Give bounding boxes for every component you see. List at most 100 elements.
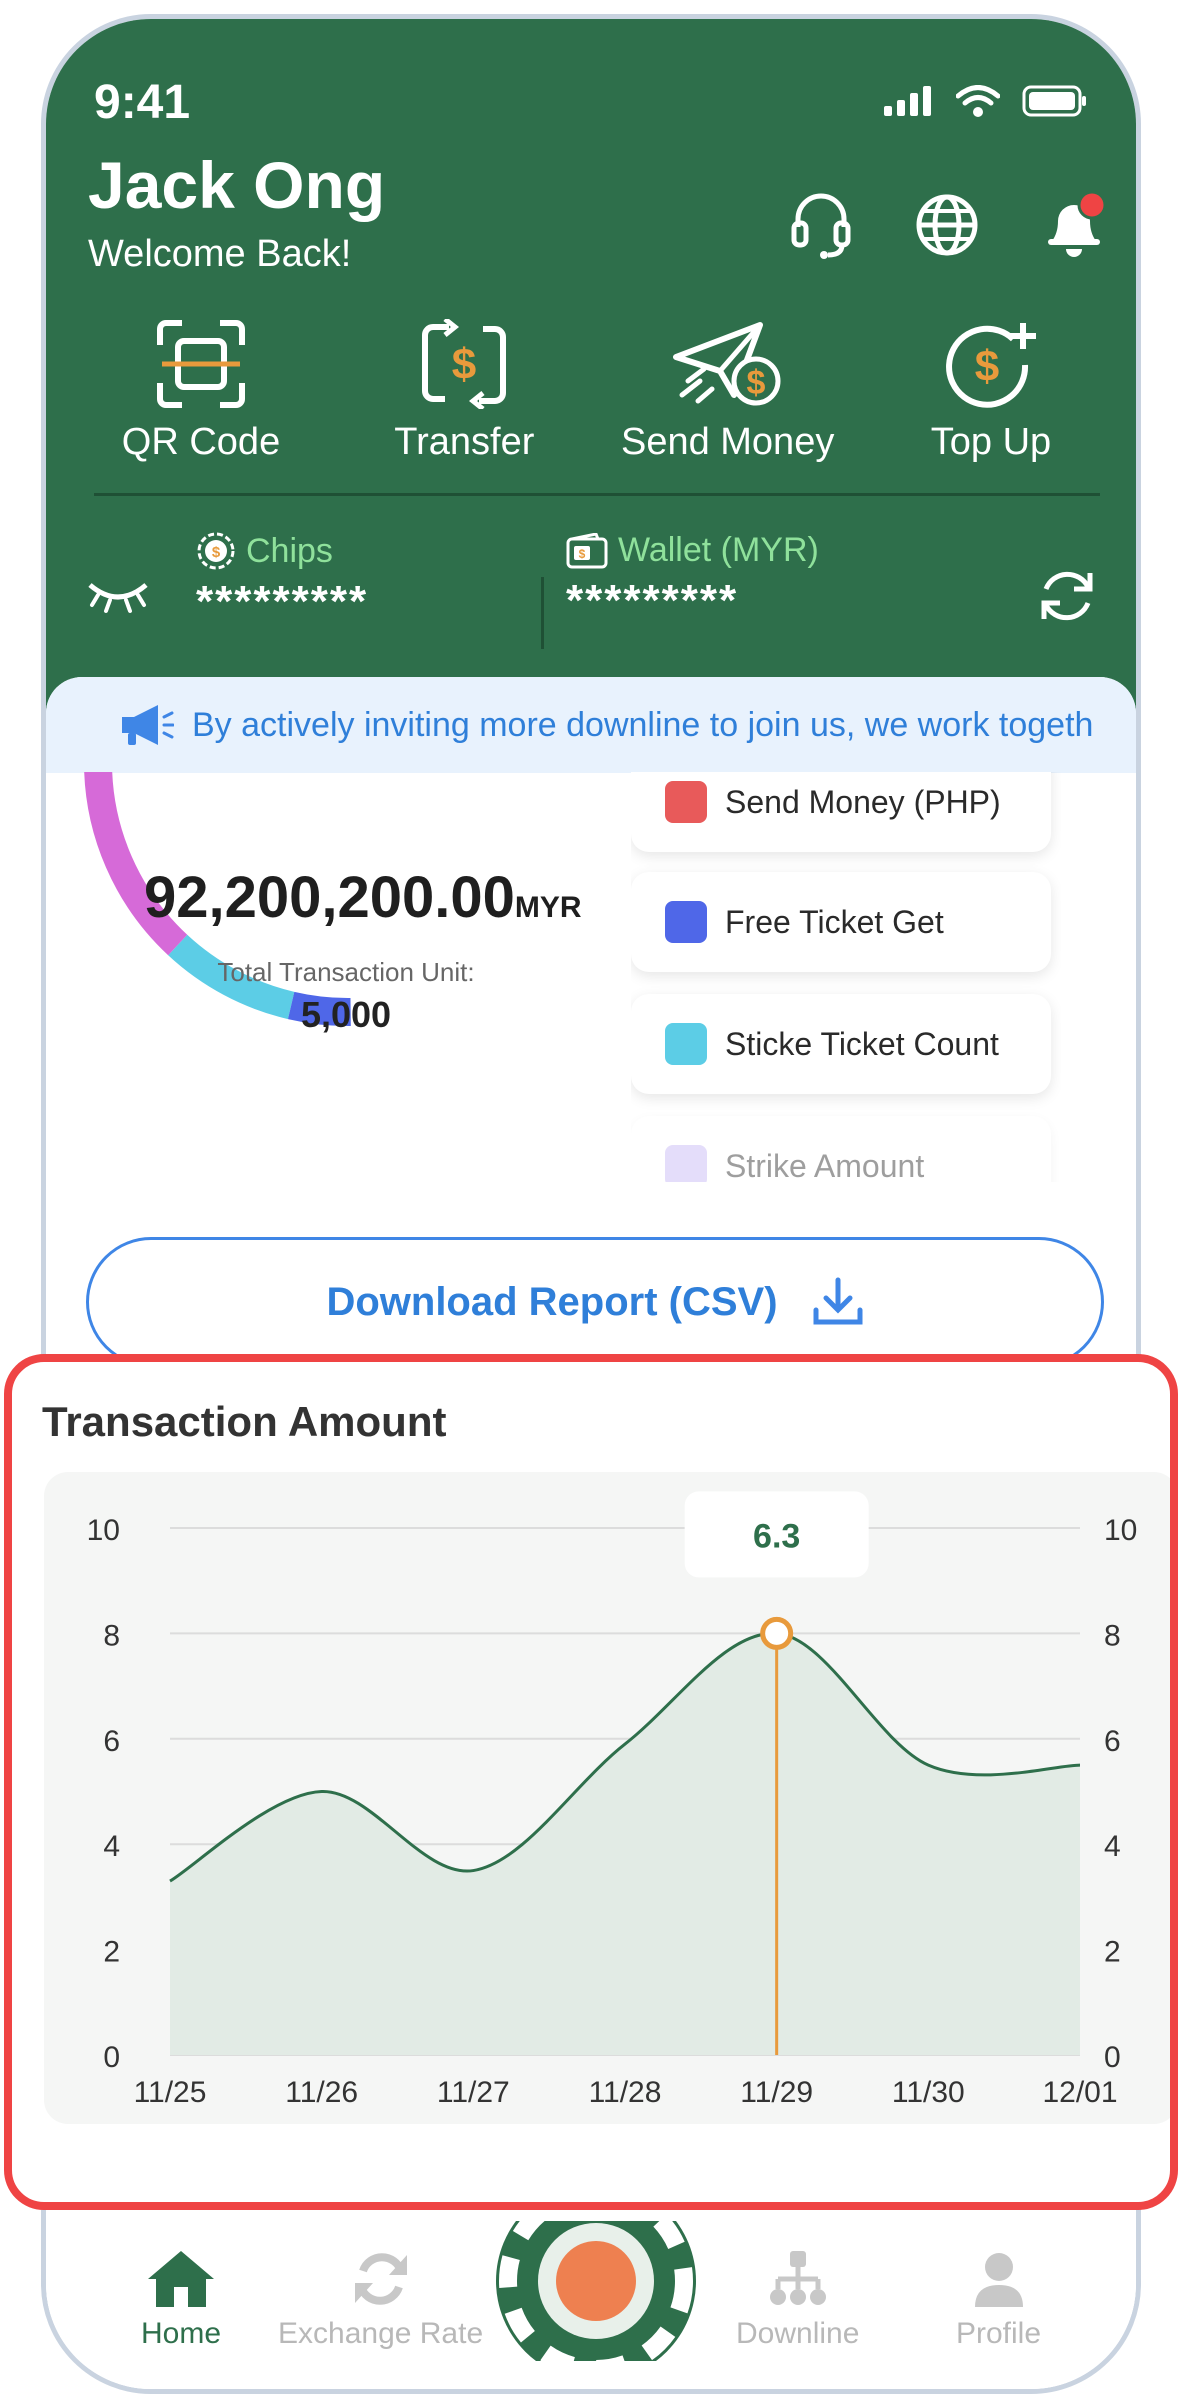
balance-row: $ Chips ********* $ Wallet (MYR) *******…	[46, 519, 1136, 659]
home-icon	[148, 2251, 215, 2307]
tab-exchange-rate[interactable]: Exchange Rate	[278, 2249, 483, 2351]
y-tick-label-right: 6	[1104, 1725, 1121, 1758]
wallet-icon: $	[566, 532, 608, 568]
legend-swatch	[665, 1023, 707, 1065]
tab-bar: Home Exchange Rate Downline Profile	[46, 2221, 1136, 2389]
unit-value: 5,000	[300, 994, 392, 1035]
x-tick-label: 11/26	[285, 2076, 358, 2109]
transfer-action[interactable]: $ Transfer	[339, 319, 589, 464]
y-tick-label-left: 4	[103, 1830, 120, 1863]
y-tick-label-right: 4	[1104, 1830, 1121, 1863]
tab-label: Exchange Rate	[278, 2317, 484, 2350]
battery-icon	[1022, 85, 1086, 117]
welcome-text: Welcome Back!	[88, 233, 352, 275]
legend-label: Send Money (PHP)	[725, 783, 1001, 820]
amount-value: 92,200,200.00	[144, 865, 515, 930]
x-tick-label: 11/27	[437, 2076, 510, 2109]
y-tick-label-right: 0	[1104, 2041, 1121, 2074]
download-icon	[813, 1277, 863, 1325]
tab-label: Profile	[956, 2317, 1042, 2350]
tab-profile[interactable]: Profile	[956, 2249, 1041, 2351]
total-amount: 92,200,200.00MYR	[144, 864, 582, 931]
tooltip-value: 6.3	[753, 1517, 800, 1555]
wallet-value: *********	[566, 576, 739, 625]
exchange-icon	[354, 2253, 407, 2305]
balance-separator	[541, 577, 544, 649]
top-up-action[interactable]: $ Top Up	[866, 319, 1116, 464]
bell-icon[interactable]	[1040, 189, 1110, 261]
legend-label: Free Ticket Get	[725, 903, 944, 940]
legend-item[interactable]: Strike Amount	[631, 1116, 1051, 1182]
svg-text:$: $	[975, 342, 999, 391]
wallet-label: Wallet (MYR)	[618, 531, 819, 569]
x-tick-label: 11/25	[134, 2076, 207, 2109]
status-icons	[884, 85, 1088, 117]
legend-item[interactable]: Send Money (PHP)	[631, 772, 1051, 852]
x-tick-label: 11/28	[589, 2076, 662, 2109]
chips-balance: $ Chips *********	[196, 531, 368, 627]
send-money-action[interactable]: $ Send Money	[603, 319, 853, 464]
profile-icon	[974, 2253, 1023, 2307]
x-tick-label: 12/01	[1042, 2076, 1117, 2109]
user-name: Jack Ong	[88, 148, 386, 222]
casino-chip-icon	[496, 2221, 696, 2361]
legend-item[interactable]: Sticke Ticket Count	[631, 994, 1051, 1094]
divider	[94, 493, 1100, 496]
unit-label: Total Transaction Unit:	[217, 957, 475, 987]
y-tick-label-left: 10	[87, 1514, 120, 1547]
download-label: Download Report (CSV)	[326, 1279, 778, 1324]
area-fill	[170, 1633, 1080, 2055]
y-tick-label-right: 10	[1104, 1514, 1137, 1547]
tab-label: Home	[141, 2317, 222, 2350]
qr-code-action[interactable]: QR Code	[76, 319, 326, 464]
tab-home[interactable]: Home	[141, 2249, 221, 2351]
qr-scan-icon	[157, 320, 245, 408]
qa-label: Top Up	[930, 421, 1052, 463]
wallet-balance: $ Wallet (MYR) *********	[566, 531, 819, 626]
send-money-icon: $	[672, 322, 781, 406]
chip-coin-icon: $	[197, 532, 235, 570]
svg-text:$: $	[746, 364, 765, 402]
wifi-icon	[956, 85, 1000, 117]
announcement-bar[interactable]: By actively inviting more downline to jo…	[46, 677, 1136, 773]
hide-balance-eye-icon[interactable]	[86, 575, 150, 615]
qa-label: Transfer	[394, 421, 535, 463]
qa-label: Send Money	[620, 421, 835, 463]
tab-casino[interactable]	[486, 2221, 706, 2361]
header: 9:41 Jack Ong Welcome Back! QR Code $ Tr…	[46, 19, 1136, 729]
legend-list: Send Money (PHP) Free Ticket Get Sticke …	[631, 772, 1061, 1182]
y-tick-label-right: 2	[1104, 1936, 1121, 1969]
downline-icon	[769, 2251, 826, 2305]
x-tick-label: 11/29	[740, 2076, 813, 2109]
y-tick-label-left: 0	[103, 2041, 120, 2074]
signal-icon	[884, 86, 931, 116]
svg-text:$: $	[212, 544, 221, 561]
quick-actions: QR Code $ Transfer $ Send Money $ Top Up	[76, 319, 1116, 464]
legend-swatch	[665, 901, 707, 943]
megaphone-icon	[122, 705, 174, 745]
y-tick-label-right: 8	[1104, 1619, 1121, 1652]
y-tick-label-left: 8	[103, 1619, 120, 1652]
qa-label: QR Code	[121, 421, 281, 463]
download-report-button[interactable]: Download Report (CSV)	[86, 1237, 1104, 1367]
header-icons	[788, 189, 1110, 261]
y-tick-label-left: 6	[103, 1725, 120, 1758]
transaction-chart[interactable]: 0 0 2 2 4 4 6 6 8 8 10 10 11/25 11/26 11/27 11/28 11/29 1…	[44, 1472, 1178, 2124]
chart-area[interactable]: 0 0 2 2 4 4 6 6 8 8 10 10 11/25 11/26 11/27 11/28 11/29 1…	[44, 1472, 1178, 2124]
svg-text:$: $	[452, 340, 476, 389]
y-tick-label-left: 2	[103, 1936, 120, 1969]
legend-item[interactable]: Free Ticket Get	[631, 872, 1051, 972]
legend-swatch	[665, 1145, 707, 1182]
refresh-icon[interactable]	[1036, 565, 1098, 627]
globe-icon[interactable]	[914, 192, 980, 258]
legend-label: Sticke Ticket Count	[725, 1025, 999, 1062]
headset-icon[interactable]	[788, 189, 854, 261]
highlight-point	[760, 1616, 794, 1650]
announcement-text: By actively inviting more downline to jo…	[192, 705, 1094, 744]
donut-chart: 92,200,200.00MYR Total Transaction Unit:…	[66, 772, 626, 1092]
x-tick-label: 11/30	[892, 2076, 965, 2109]
legend-label: Strike Amount	[725, 1147, 925, 1183]
tab-downline[interactable]: Downline	[736, 2249, 859, 2351]
tab-label: Downline	[736, 2317, 860, 2350]
transaction-amount-card: Transaction Amount 0 0 2 2 4 4 6 6 8 8 10 10 11/25 11…	[4, 1354, 1178, 2210]
